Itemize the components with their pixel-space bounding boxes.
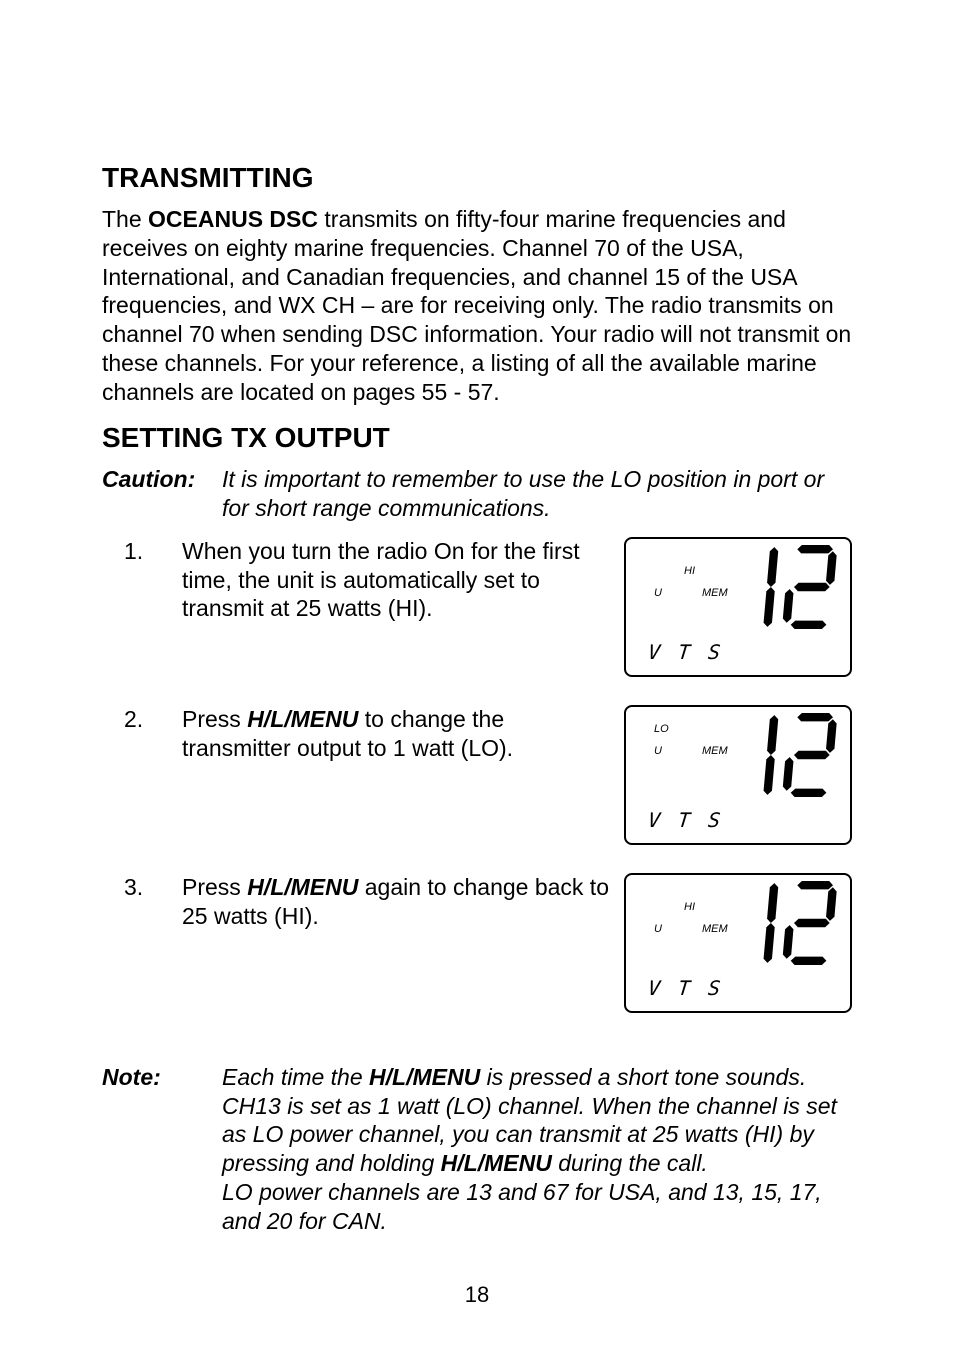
para-post: transmits on fifty-four marine frequenci…: [102, 206, 851, 405]
step-1-num: 1.: [102, 537, 182, 566]
step-3-num: 3.: [102, 873, 182, 902]
step-2-display: LO U MEM V T S: [624, 705, 852, 845]
step-2: 2. Press H/L/MENU to change the transmit…: [102, 705, 852, 845]
para-bold: OCEANUS DSC: [148, 206, 318, 232]
note-p1b: H/L/MENU: [369, 1064, 480, 1090]
para-pre: The: [102, 206, 148, 232]
lcd-channel: [752, 881, 836, 972]
heading-setting: SETTING TX OUTPUT: [102, 420, 852, 455]
lcd-u: U: [654, 587, 662, 601]
note-p1d: H/L/MENU: [441, 1150, 552, 1176]
step-1: 1. When you turn the radio On for the fi…: [102, 537, 852, 677]
step-3-bold: H/L/MENU: [247, 874, 358, 900]
step-2-num: 2.: [102, 705, 182, 734]
step-2-text: Press H/L/MENU to change the transmitter…: [182, 705, 624, 763]
step-3: 3. Press H/L/MENU again to change back t…: [102, 873, 852, 1013]
lcd-hi: HI: [684, 565, 695, 579]
caution-text: It is important to remember to use the L…: [222, 465, 852, 523]
lcd-lo: LO: [654, 723, 669, 737]
para-transmitting: The OCEANUS DSC transmits on fifty-four …: [102, 205, 852, 406]
lcd-channel: [752, 545, 836, 636]
lcd-vts: V T S: [647, 976, 725, 1001]
step-3-pre: Press: [182, 874, 247, 900]
note-label: Note:: [102, 1063, 222, 1236]
step-3-display: HI U MEM V T S: [624, 873, 852, 1013]
lcd-2: LO U MEM V T S: [624, 705, 852, 845]
caution-block: Caution: It is important to remember to …: [102, 465, 852, 523]
lcd-mem: MEM: [702, 745, 728, 759]
lcd-mem: MEM: [702, 923, 728, 937]
note-text: Each time the H/L/MENU is pressed a shor…: [222, 1063, 852, 1236]
heading-transmitting: TRANSMITTING: [102, 160, 852, 195]
note-p1e: during the call.: [552, 1150, 708, 1176]
lcd-channel: [752, 713, 836, 804]
step-3-text: Press H/L/MENU again to change back to 2…: [182, 873, 624, 931]
lcd-3: HI U MEM V T S: [624, 873, 852, 1013]
note-p1a: Each time the: [222, 1064, 369, 1090]
step-1-display: HI U MEM V T S: [624, 537, 852, 677]
lcd-mem: MEM: [702, 587, 728, 601]
lcd-vts: V T S: [647, 640, 725, 665]
page-number: 18: [0, 1281, 954, 1309]
note-block: Note: Each time the H/L/MENU is pressed …: [102, 1063, 852, 1236]
lcd-vts: V T S: [647, 808, 725, 833]
step-2-pre: Press: [182, 706, 247, 732]
lcd-1: HI U MEM V T S: [624, 537, 852, 677]
note-p2: LO power channels are 13 and 67 for USA,…: [222, 1179, 822, 1234]
lcd-hi: HI: [684, 901, 695, 915]
caution-label: Caution:: [102, 465, 222, 523]
lcd-u: U: [654, 923, 662, 937]
lcd-u: U: [654, 745, 662, 759]
step-2-bold: H/L/MENU: [247, 706, 358, 732]
step-1-text: When you turn the radio On for the first…: [182, 537, 624, 623]
